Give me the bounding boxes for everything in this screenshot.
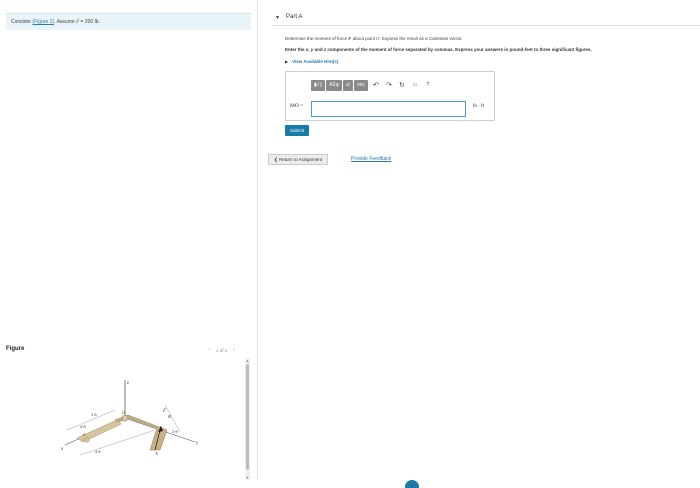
undo-icon[interactable]: ↶ <box>371 81 381 89</box>
problem-statement: Consider (Figure 1). Assume F = 200 lb. <box>6 13 251 30</box>
instruction-fragment: and <box>314 47 323 52</box>
force-variable: F <box>348 36 352 41</box>
answer-box: ▮√▯ AΣφ ⇄ vec ↶ ↷ ↻ ▭ ? MO = lb · ft <box>285 71 495 121</box>
dimension-label: 1 ft <box>91 412 97 417</box>
prompt-text: . Assume <box>54 19 75 25</box>
answer-label: MO = <box>290 103 304 109</box>
prompt-text: = 200 <box>80 19 94 25</box>
left-pane: Consider (Figure 1). Assume F = 200 lb. … <box>0 0 257 486</box>
dimension-label: 2 ft <box>172 429 178 434</box>
point-b-label: B <box>168 414 171 419</box>
answer-unit: lb · ft <box>473 104 485 109</box>
prev-figure-icon[interactable]: ‹ <box>208 347 210 353</box>
instruction-fragment: Enter the <box>285 47 305 52</box>
view-hints-link[interactable]: ▶ View Available Hint(s) <box>285 59 338 64</box>
question-fragment: Determine the moment of force <box>285 36 348 41</box>
figure-pager-text: 1 of 1 <box>216 347 228 353</box>
scroll-up-icon[interactable]: ▲ <box>245 358 250 363</box>
figure-scrollbar[interactable]: ▲ ▼ <box>245 358 250 480</box>
z-axis-label: z <box>126 381 129 386</box>
figure-title: Figure <box>6 346 25 352</box>
question-text: Determine the moment of force F about po… <box>285 36 463 41</box>
question-fragment: about point <box>352 36 375 41</box>
vector-arrows-button[interactable]: ⇄ <box>342 79 354 91</box>
part-title: Part A <box>286 14 303 20</box>
provide-feedback-link[interactable]: Provide Feedback <box>351 156 391 162</box>
x-axis-label: x <box>60 447 64 452</box>
question-fragment: . Express the result as a Cartesian vect… <box>379 36 463 41</box>
symbols-button[interactable]: AΣφ <box>326 79 342 91</box>
toolbar-group-templates: ▮√▯ AΣφ ⇄ vec <box>311 79 368 91</box>
templates-button[interactable]: ▮√▯ <box>311 79 326 91</box>
redo-icon[interactable]: ↷ <box>384 81 394 89</box>
chat-help-icon[interactable] <box>405 480 419 488</box>
dimension-label: 4 ft <box>95 449 101 454</box>
answer-input[interactable] <box>311 101 466 117</box>
instruction-fragment: , <box>308 47 310 52</box>
reset-icon[interactable]: ↻ <box>397 81 407 89</box>
force-variable: F <box>76 20 80 25</box>
part-a-header[interactable]: ▼ Part A <box>272 11 700 26</box>
figure-pager: ‹ 1 of 1 › <box>208 347 235 353</box>
expand-triangle-icon: ▶ <box>285 59 289 64</box>
math-toolbar: ▮√▯ AΣφ ⇄ vec ↶ ↷ ↻ ▭ ? <box>311 79 433 91</box>
figure-link[interactable]: (Figure 1) <box>32 19 54 25</box>
submit-button[interactable]: Submit <box>285 125 310 136</box>
hint-label: View Available Hint(s) <box>292 59 339 64</box>
scroll-down-icon[interactable]: ▼ <box>245 475 250 480</box>
prompt-text: . <box>98 19 100 25</box>
next-figure-icon[interactable]: › <box>233 347 235 353</box>
y-variable: y <box>310 47 314 52</box>
z-variable: z <box>323 47 327 52</box>
instruction-fragment: components of the moment of force separa… <box>327 47 592 52</box>
y-axis-label: y <box>195 441 199 446</box>
pane-divider <box>257 0 258 480</box>
vec-button[interactable]: vec <box>354 79 368 91</box>
help-icon[interactable]: ? <box>423 82 433 88</box>
prompt-text: Consider <box>11 19 32 25</box>
collapse-triangle-icon[interactable]: ▼ <box>275 15 280 21</box>
point-a-label: A <box>154 451 158 456</box>
dimension-label: 4 ft <box>80 424 86 429</box>
keyboard-icon[interactable]: ▭ <box>410 82 420 88</box>
instruction-text: Enter the x, y and z components of the m… <box>285 47 592 52</box>
figure-diagram: z x y O A B C F 1 ft 4 ft 4 ft 2 ft <box>60 380 199 456</box>
force-label: F <box>162 409 167 414</box>
scrollbar-thumb[interactable] <box>246 364 249 470</box>
return-to-assignment-button[interactable]: ❮ Return to Assignment <box>268 154 329 165</box>
